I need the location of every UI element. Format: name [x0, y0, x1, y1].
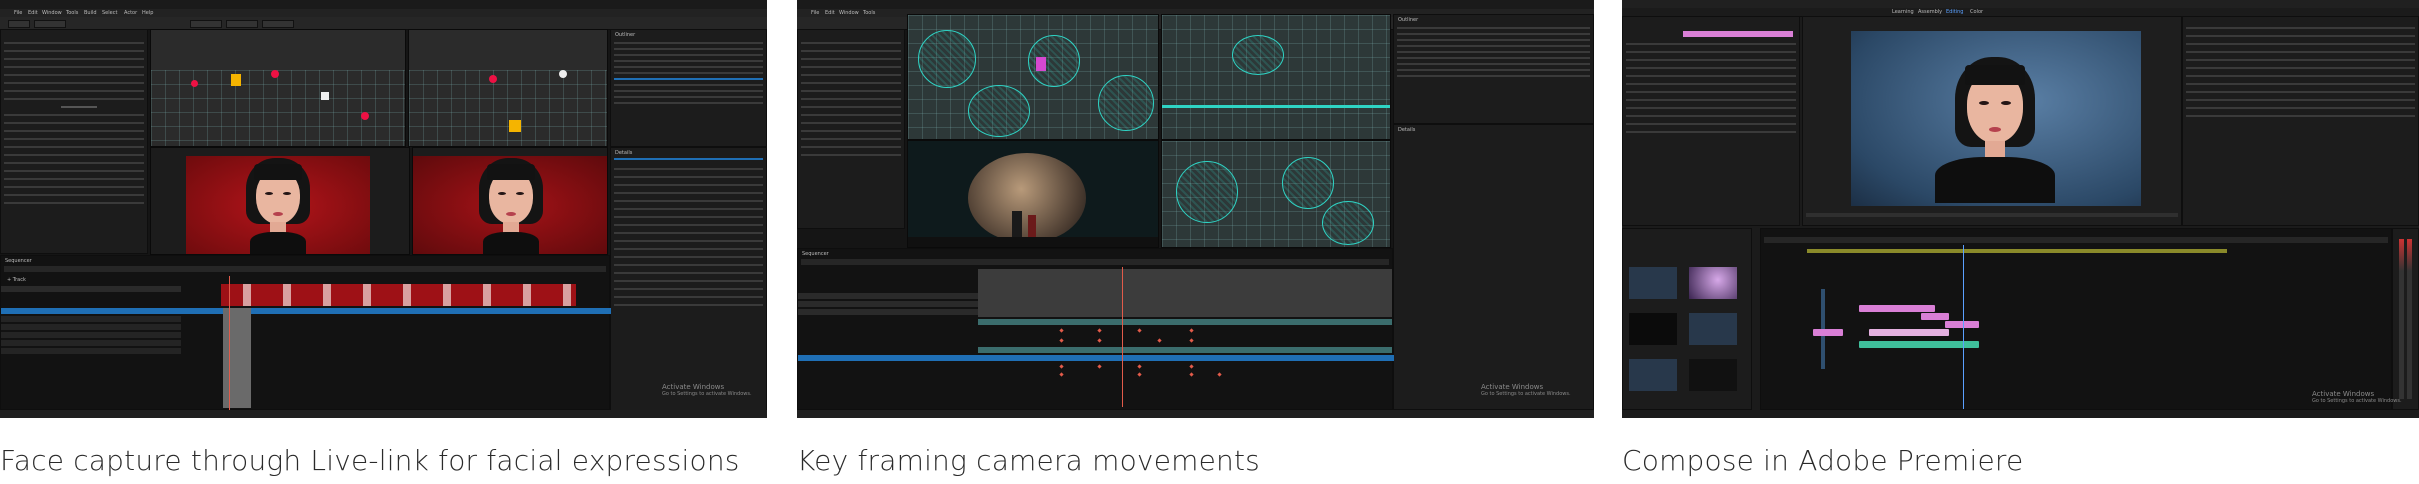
project-bin [1622, 228, 1752, 410]
playhead[interactable] [1963, 245, 1964, 409]
sequencer-title: Sequencer [5, 258, 32, 264]
toolbar-button[interactable] [34, 20, 66, 28]
details-panel: Details [610, 147, 767, 415]
menu-edit[interactable]: Edit [825, 10, 835, 16]
status-bar [797, 410, 1594, 418]
playhead[interactable] [1122, 267, 1123, 407]
timeline-panel [1760, 228, 2392, 410]
menu-help[interactable]: Help [142, 10, 153, 16]
viewport-top-right[interactable] [408, 29, 608, 147]
tab-editing[interactable]: Editing [1946, 9, 1963, 15]
bin-thumbnail[interactable] [1629, 359, 1677, 391]
screenshot-face-capture: File Edit Window Tools Build Select Acto… [0, 0, 767, 418]
toolbar-button[interactable] [190, 20, 222, 28]
bin-thumbnail[interactable] [1629, 267, 1677, 299]
details-panel: Details [1393, 124, 1594, 410]
toolbar-button[interactable] [226, 20, 258, 28]
details-title: Details [1398, 127, 1416, 133]
status-bar [0, 410, 767, 418]
tab-assembly[interactable]: Assembly [1918, 9, 1942, 15]
menu-file[interactable]: File [811, 10, 819, 16]
menu-window[interactable]: Window [839, 10, 859, 16]
screenshot-key-framing: File Edit Window Tools Outliner Details … [797, 0, 1594, 418]
effects-panel [2182, 16, 2419, 226]
menu-select[interactable]: Select [102, 10, 117, 16]
sequencer-title: Sequencer [802, 251, 829, 257]
toolbar-button[interactable] [262, 20, 294, 28]
program-monitor [1802, 16, 2182, 226]
toolbar-button[interactable] [8, 20, 30, 28]
bin-thumbnail[interactable] [1689, 359, 1737, 391]
activate-windows-watermark: Activate Windows Go to Settings to activ… [1481, 383, 1571, 397]
effect-controls-panel [1622, 16, 1800, 226]
bin-thumbnail[interactable] [1689, 313, 1737, 345]
viewport-wire-right[interactable] [1161, 14, 1391, 140]
add-track-button[interactable]: + Track [7, 277, 26, 283]
viewport-wire-left[interactable] [907, 14, 1159, 140]
bin-thumbnail[interactable] [1689, 267, 1737, 299]
menu-edit[interactable]: Edit [28, 10, 38, 16]
sequencer-panel: Sequencer [797, 248, 1394, 410]
sequencer-panel: Sequencer + Track [0, 255, 611, 411]
left-details-panel [0, 29, 148, 254]
bin-thumbnail[interactable] [1629, 313, 1677, 345]
left-details-panel [797, 29, 905, 229]
outliner-title: Outliner [615, 32, 636, 38]
audio-meters [2392, 228, 2419, 410]
caption-compose: Compose in Adobe Premiere [1622, 444, 2024, 477]
face-viewport-right[interactable] [412, 147, 608, 255]
cinematic-viewport[interactable] [907, 140, 1159, 248]
outliner-panel: Outliner [610, 29, 767, 147]
menu-build[interactable]: Build [84, 10, 97, 16]
tab-learning[interactable]: Learning [1892, 9, 1914, 15]
playhead[interactable] [229, 276, 230, 411]
details-title: Details [615, 150, 633, 156]
face-viewport-left[interactable] [150, 147, 410, 255]
face-capture-thumbnail-strip[interactable] [221, 284, 576, 306]
outliner-title: Outliner [1398, 17, 1419, 23]
tab-color[interactable]: Color [1970, 9, 1983, 15]
camera-cut-track[interactable] [223, 308, 251, 408]
viewport-wire-bottom-right[interactable] [1161, 140, 1391, 248]
menu-tools[interactable]: Tools [863, 10, 875, 16]
screenshot-premiere: Learning Assembly Editing Color Activate… [1622, 0, 2419, 418]
menu-file[interactable]: File [14, 10, 22, 16]
activate-windows-watermark: Activate Windows Go to Settings to activ… [2312, 390, 2402, 404]
menu-actor[interactable]: Actor [124, 10, 137, 16]
caption-face-capture: Face capture through Live-link for facia… [0, 444, 740, 477]
activate-windows-watermark: Activate Windows Go to Settings to activ… [662, 383, 752, 397]
outliner-panel: Outliner [1393, 14, 1594, 124]
viewport-top-left[interactable] [150, 29, 406, 147]
menu-tools[interactable]: Tools [66, 10, 78, 16]
menu-window[interactable]: Window [42, 10, 62, 16]
caption-key-framing: Key framing camera movements [797, 444, 1260, 477]
